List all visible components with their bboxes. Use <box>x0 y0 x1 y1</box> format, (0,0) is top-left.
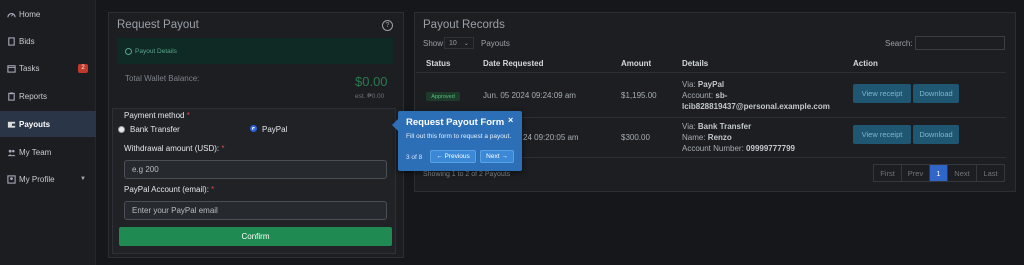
details-via: Via: PayPal <box>682 80 725 89</box>
view-receipt-button[interactable]: View receipt <box>853 125 911 144</box>
tour-step-counter: 3 of 8 <box>406 154 423 161</box>
column-header-details[interactable]: Details <box>682 59 708 68</box>
details-name: Name: Renzo <box>682 133 732 142</box>
tour-popover: Request Payout Form × Fill out this form… <box>392 111 522 171</box>
gauge-icon <box>7 10 16 19</box>
tour-title: Request Payout Form <box>406 117 505 128</box>
tour-previous-button[interactable]: ← Previous <box>430 150 476 163</box>
team-icon <box>7 148 16 157</box>
page-length-value: 10 <box>449 39 457 47</box>
clipboard-icon <box>7 91 16 101</box>
bank-transfer-label: Bank Transfer <box>130 125 180 134</box>
sidebar-item-label: My Team <box>19 147 52 157</box>
status-badge: Approved <box>426 92 460 101</box>
sidebar-item-my-team[interactable]: My Team <box>0 139 96 165</box>
details-account-number: Account Number: 09999777799 <box>682 144 795 153</box>
pagination-first[interactable]: First <box>874 165 902 181</box>
tour-arrow <box>392 119 398 131</box>
wallet-icon <box>7 120 16 129</box>
sidebar-item-label: My Profile <box>19 174 55 184</box>
download-button[interactable]: Download <box>913 125 959 144</box>
sidebar-item-bids[interactable]: Bids <box>0 28 96 54</box>
search-label: Search: <box>885 39 913 48</box>
request-payout-title: Request Payout <box>117 19 199 31</box>
amount-cell: $1,195.00 <box>621 91 657 100</box>
sidebar-item-label: Payouts <box>19 119 51 129</box>
view-receipt-button[interactable]: View receipt <box>853 84 911 103</box>
wallet-balance-estimate: est. ₱0.00 <box>355 93 385 100</box>
document-icon <box>7 36 16 46</box>
sidebar-item-home[interactable]: Home <box>0 1 96 27</box>
sidebar-item-label: Reports <box>19 91 48 101</box>
help-icon[interactable]: ? <box>382 20 393 31</box>
pagination-last[interactable]: Last <box>977 165 1004 181</box>
paypal-label: PayPal <box>262 125 288 134</box>
column-header-amount[interactable]: Amount <box>621 59 651 68</box>
wallet-balance-amount: $0.00 <box>355 74 388 89</box>
column-header-date[interactable]: Date Requested <box>483 59 543 68</box>
search-input[interactable] <box>915 36 1005 50</box>
pagination-page-1[interactable]: 1 <box>930 165 948 181</box>
chevron-down-icon: ▼ <box>80 176 86 182</box>
date-cell: Jun. 05 2024 09:24:09 am <box>483 91 576 100</box>
payout-details-toggle[interactable]: Payout Details <box>117 38 393 64</box>
tour-next-button[interactable]: Next → <box>480 150 514 163</box>
details-account: Account: sb- <box>682 91 728 100</box>
page-length-select[interactable]: 10 ⌄ <box>444 37 474 49</box>
sidebar-item-payouts[interactable]: Payouts <box>0 111 96 137</box>
tour-description: Fill out this form to request a payout. <box>406 133 512 140</box>
chevron-down-icon: ⌄ <box>463 40 469 47</box>
payout-records-title: Payout Records <box>423 19 505 31</box>
sidebar-item-my-profile[interactable]: My Profile ▼ <box>0 166 96 192</box>
confirm-button[interactable]: Confirm <box>119 227 392 246</box>
withdrawal-amount-input[interactable]: e.g 200 <box>124 160 387 179</box>
details-via: Via: Bank Transfer <box>682 122 752 131</box>
download-button[interactable]: Download <box>913 84 959 103</box>
column-header-action[interactable]: Action <box>853 59 878 68</box>
info-circle-icon <box>125 47 132 55</box>
payouts-label: Payouts <box>481 39 510 48</box>
sidebar-item-tasks[interactable]: Tasks 2 <box>0 55 96 81</box>
details-email: lcib828819437@personal.example.com <box>682 102 830 111</box>
pagination-prev[interactable]: Prev <box>902 165 930 181</box>
sidebar-item-label: Home <box>19 9 41 19</box>
sidebar-item-label: Tasks <box>19 63 40 73</box>
profile-icon <box>7 174 16 184</box>
wallet-balance-label: Total Wallet Balance: <box>125 74 200 83</box>
amount-cell: $300.00 <box>621 133 650 142</box>
header-divider <box>416 72 1006 73</box>
pagination: First Prev 1 Next Last <box>873 164 1005 182</box>
sidebar-item-reports[interactable]: Reports <box>0 83 96 109</box>
payment-method-label: Payment method * <box>124 111 190 120</box>
calendar-icon <box>7 64 16 73</box>
withdrawal-amount-label: Withdrawal amount (USD): * <box>124 144 225 153</box>
pagination-next[interactable]: Next <box>948 165 977 181</box>
date-cell: 24 09:20:05 am <box>523 133 579 142</box>
paypal-email-input[interactable]: Enter your PayPal email <box>124 201 387 220</box>
sidebar: Home Bids Tasks 2 Reports Payouts My Tea… <box>0 0 96 265</box>
payout-details-label: Payout Details <box>135 47 177 55</box>
bank-transfer-radio[interactable] <box>118 126 125 133</box>
table-info: Showing 1 to 2 of 2 Payouts <box>423 171 511 178</box>
column-header-status[interactable]: Status <box>426 59 450 68</box>
sidebar-item-label: Bids <box>19 36 35 46</box>
close-icon[interactable]: × <box>508 115 513 125</box>
show-label: Show <box>423 39 444 48</box>
paypal-radio[interactable] <box>250 125 257 132</box>
tasks-count-badge: 2 <box>78 64 88 73</box>
paypal-email-label: PayPal Account (email): * <box>124 185 215 194</box>
